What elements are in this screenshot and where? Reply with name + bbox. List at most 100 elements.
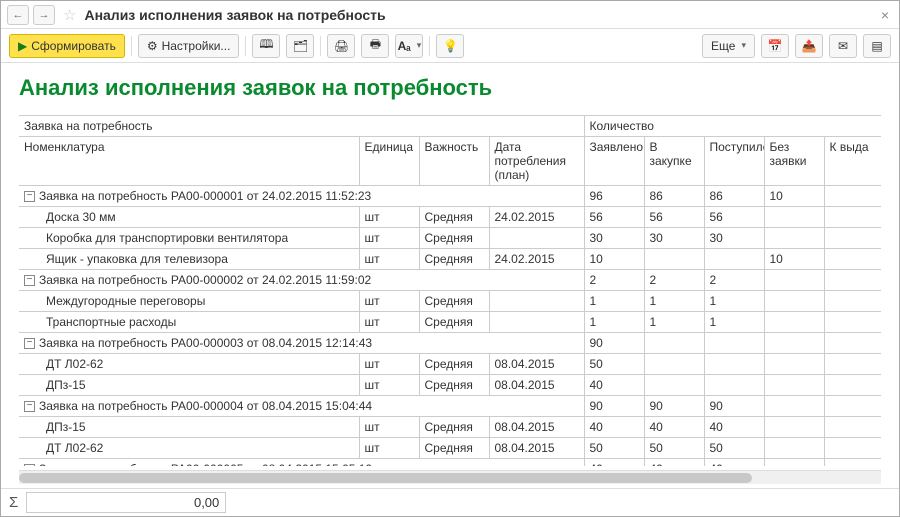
table-row[interactable]: ДПз-15штСредняя08.04.201540 [19,375,881,396]
cell-received: 1 [704,312,764,333]
toolbar-separator [429,36,430,56]
cell-importance: Средняя [419,354,489,375]
collapse-toggle[interactable]: − [24,338,35,349]
cell-no-req [764,459,824,467]
nav-forward-button[interactable]: → [33,5,55,25]
cell-to-issue [824,459,881,467]
cell-unit: шт [359,249,419,270]
cell-no-req [764,333,824,354]
report-table: Заявка на потребность Количество Номенкл… [19,115,881,466]
table-row[interactable]: ДТ Л02-62штСредняя08.04.201550 [19,354,881,375]
cell-received: 30 [704,228,764,249]
cell-in-purchase: 2 [644,270,704,291]
mail-button[interactable]: ✉ [829,34,857,58]
item-label: Междугородные переговоры [46,294,205,308]
cell-declared: 40 [584,417,644,438]
report-title: Анализ исполнения заявок на потребность [19,75,881,101]
cell-no-req [764,354,824,375]
item-label: ДТ Л02-62 [46,441,103,455]
collapse-toggle[interactable]: − [24,191,35,202]
print-icon: 🖨 [334,39,349,53]
export-icon: 📤 [802,39,817,53]
collapse-toggle[interactable]: − [24,464,35,467]
variant-load-button[interactable]: 🗂 [286,34,314,58]
cell-declared: 50 [584,438,644,459]
table-row[interactable]: Ящик - упаковка для телевизораштСредняя2… [19,249,881,270]
print-preview-button[interactable]: 🖶 [361,34,389,58]
cell-received [704,249,764,270]
favorite-star-icon[interactable]: ☆ [63,6,76,24]
table-row[interactable]: Коробка для транспортировки вентилятораш… [19,228,881,249]
app-window: ← → ☆ Анализ исполнения заявок на потреб… [0,0,900,517]
layout-button[interactable]: ▤ [863,34,891,58]
scrollbar-thumb[interactable] [19,473,752,483]
cell-date: 08.04.2015 [489,375,584,396]
toolbar: ▶ Сформировать ⚙ Настройки... 🕮 🗂 🖨 🖶 Aₐ… [1,29,899,63]
header-quantity: Количество [584,116,881,137]
cell-no-req [764,312,824,333]
table-group-row[interactable]: −Заявка на потребность РА00-000004 от 08… [19,396,881,417]
settings-button[interactable]: ⚙ Настройки... [138,34,240,58]
settings-label: Настройки... [162,39,231,53]
table-group-row[interactable]: −Заявка на потребность РА00-000005 от 08… [19,459,881,467]
header-date-plan: Дата потребления (план) [489,137,584,186]
collapse-toggle[interactable]: − [24,401,35,412]
cell-unit: шт [359,375,419,396]
cell-declared: 90 [584,333,644,354]
variant-save-button[interactable]: 🕮 [252,34,280,58]
cell-declared: 40 [584,375,644,396]
more-button[interactable]: Еще ▾ [702,34,755,58]
group-label: Заявка на потребность РА00-000002 от 24.… [39,273,371,287]
chevron-down-icon: ▾ [417,40,422,51]
header-importance: Важность [419,137,489,186]
table-row[interactable]: ДПз-15штСредняя08.04.2015404040 [19,417,881,438]
cell-importance: Средняя [419,228,489,249]
table-group-row[interactable]: −Заявка на потребность РА00-000002 от 24… [19,270,881,291]
sum-display: 0,00 [26,492,226,513]
cell-no-req: 10 [764,186,824,207]
cell-in-purchase [644,333,704,354]
nav-back-button[interactable]: ← [7,5,29,25]
cell-to-issue [824,333,881,354]
print-button[interactable]: 🖨 [327,34,355,58]
close-button[interactable]: × [877,7,893,23]
group-label: Заявка на потребность РА00-000004 от 08.… [39,399,372,413]
sigma-icon: Σ [9,494,18,511]
cell-date: 24.02.2015 [489,249,584,270]
toolbar-separator [245,36,246,56]
generate-label: Сформировать [31,39,116,53]
item-label: Коробка для транспортировки вентилятора [46,231,288,245]
table-row[interactable]: Междугородные переговорыштСредняя111 [19,291,881,312]
status-footer: Σ 0,00 [1,488,899,516]
cell-declared: 2 [584,270,644,291]
cell-in-purchase [644,249,704,270]
content-area: Анализ исполнения заявок на потребность … [1,63,899,488]
cell-received: 50 [704,438,764,459]
font-button[interactable]: Aₐ▾ [395,34,423,58]
table-group-row[interactable]: −Заявка на потребность РА00-000003 от 08… [19,333,881,354]
cell-declared: 1 [584,312,644,333]
cell-to-issue [824,375,881,396]
cell-importance: Средняя [419,375,489,396]
cell-in-purchase: 50 [644,438,704,459]
cell-in-purchase: 30 [644,228,704,249]
table-row[interactable]: Транспортные расходыштСредняя111 [19,312,881,333]
cell-received: 40 [704,459,764,467]
table-row[interactable]: ДТ Л02-62штСредняя08.04.2015505050 [19,438,881,459]
table-row[interactable]: Доска 30 ммштСредняя24.02.2015565656 [19,207,881,228]
hint-button[interactable]: 💡 [436,34,464,58]
period-button[interactable]: 📅 [761,34,789,58]
cell-date [489,312,584,333]
cell-unit: шт [359,354,419,375]
cell-to-issue [824,291,881,312]
item-label: Ящик - упаковка для телевизора [46,252,228,266]
load-variant-icon: 🗂 [293,39,308,53]
cell-received [704,375,764,396]
table-group-row[interactable]: −Заявка на потребность РА00-000001 от 24… [19,186,881,207]
cell-date: 08.04.2015 [489,438,584,459]
export-button[interactable]: 📤 [795,34,823,58]
cell-no-req [764,228,824,249]
collapse-toggle[interactable]: − [24,275,35,286]
generate-button[interactable]: ▶ Сформировать [9,34,125,58]
horizontal-scrollbar[interactable] [19,470,881,484]
